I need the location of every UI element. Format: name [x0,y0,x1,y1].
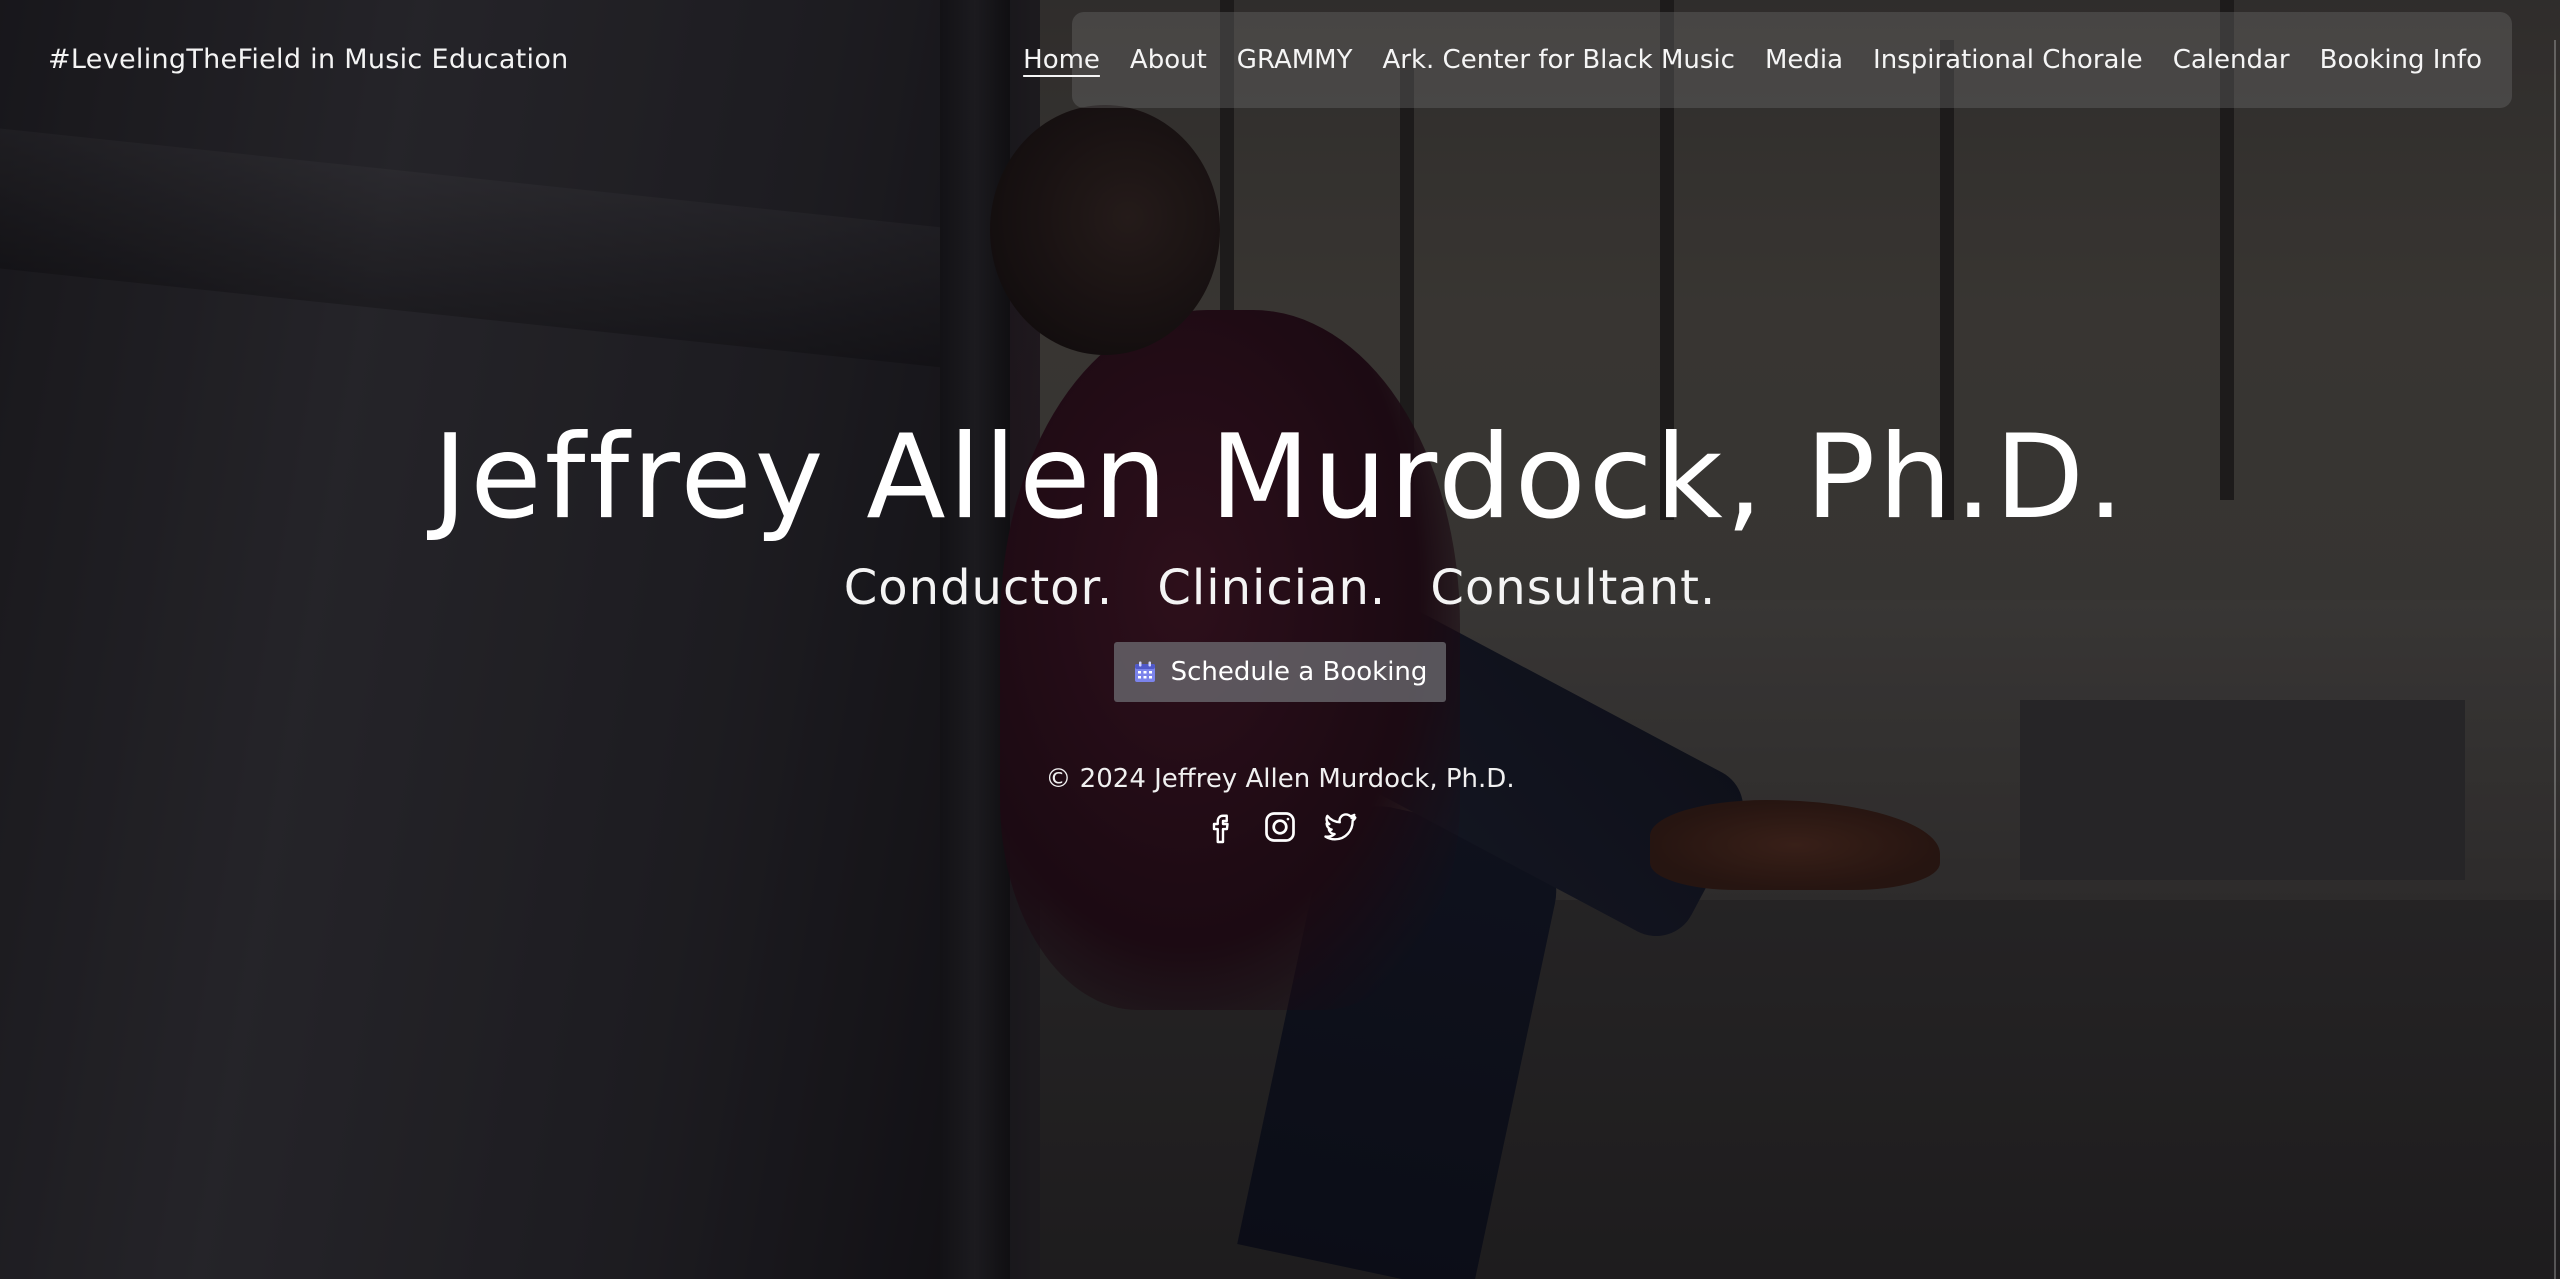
nav-ark-center-black-music[interactable]: Ark. Center for Black Music [1383,45,1735,75]
schedule-booking-label: Schedule a Booking [1170,657,1428,687]
nav-about[interactable]: About [1130,45,1207,75]
main-navigation: Home About GRAMMY Ark. Center for Black … [1023,12,2512,108]
nav-media[interactable]: Media [1765,45,1843,75]
nav-booking-info[interactable]: Booking Info [2320,45,2482,75]
nav-calendar[interactable]: Calendar [2173,45,2290,75]
nav-inspirational-chorale[interactable]: Inspirational Chorale [1873,45,2143,75]
page: #LevelingTheField in Music Education Hom… [0,0,2560,1279]
role-consultant: Consultant. [1430,560,1717,616]
hero-roles: Conductor. Clinician. Consultant. [0,560,2560,616]
role-clinician: Clinician. [1157,560,1387,616]
schedule-booking-button[interactable]: Schedule a Booking [1114,642,1446,702]
role-conductor: Conductor. [843,560,1114,616]
background-overlay [0,0,2560,1279]
calendar-icon [1133,660,1157,684]
twitter-icon[interactable] [1322,808,1358,846]
hero-name: Jeffrey Allen Murdock, Ph.D. [433,410,2127,545]
social-links [0,808,2560,846]
instagram-icon[interactable] [1262,808,1298,846]
copyright-text: © 2024 Jeffrey Allen Murdock, Ph.D. [1045,764,1515,794]
site-title-link[interactable]: #LevelingTheField in Music Education [48,44,569,75]
nav-home[interactable]: Home [1023,45,1100,75]
facebook-icon[interactable] [1202,808,1238,846]
nav-grammy[interactable]: GRAMMY [1237,45,1353,75]
scrollbar-edge [2554,40,2556,1279]
